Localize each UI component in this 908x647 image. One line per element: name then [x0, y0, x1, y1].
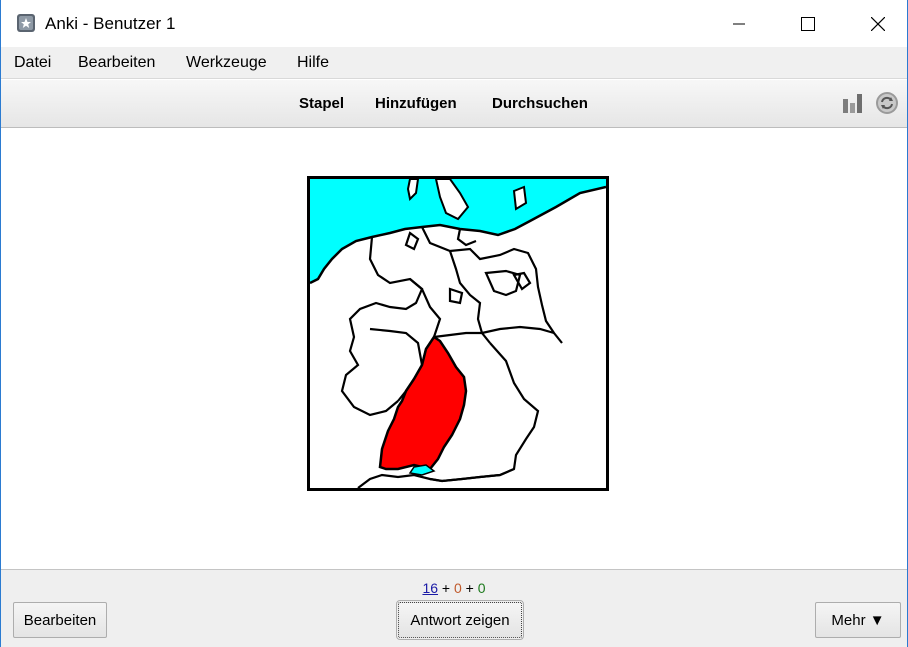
- maximize-icon: [801, 16, 815, 31]
- toolbar-browse-link[interactable]: Durchsuchen: [492, 95, 588, 112]
- anki-main-window: Anki - Benutzer 1 Datei Bearbeiten Werkz…: [0, 0, 908, 647]
- menu-datei[interactable]: Datei: [14, 54, 51, 72]
- new-count[interactable]: 16: [422, 580, 438, 596]
- maximize-button[interactable]: [785, 0, 831, 47]
- minimize-button[interactable]: [716, 0, 762, 47]
- menu-hilfe[interactable]: Hilfe: [297, 54, 329, 72]
- edit-button[interactable]: Bearbeiten: [13, 602, 107, 638]
- show-answer-button[interactable]: Antwort zeigen: [396, 600, 524, 640]
- more-button[interactable]: Mehr ▼: [815, 602, 901, 638]
- due-counts: 16 + 0 + 0: [1, 580, 907, 596]
- toolbar-decks-link[interactable]: Stapel: [299, 95, 344, 112]
- close-icon: [871, 16, 885, 31]
- menu-bar: Datei Bearbeiten Werkzeuge Hilfe: [1, 47, 907, 79]
- menu-bearbeiten[interactable]: Bearbeiten: [78, 54, 155, 72]
- review-bottom-bar: 16 + 0 + 0 Bearbeiten Antwort zeigen Meh…: [1, 569, 907, 647]
- toolbar-add-link[interactable]: Hinzufügen: [375, 95, 457, 112]
- close-button[interactable]: [855, 0, 901, 47]
- window-title: Anki - Benutzer 1: [45, 14, 176, 33]
- card-content-area: [1, 129, 907, 569]
- title-bar[interactable]: Anki - Benutzer 1: [1, 0, 907, 47]
- learning-count: 0: [453, 580, 462, 596]
- main-toolbar: Stapel Hinzufügen Durchsuchen: [1, 80, 907, 128]
- germany-states-map: [310, 179, 606, 488]
- review-count: 0: [477, 580, 486, 596]
- menu-werkzeuge[interactable]: Werkzeuge: [186, 54, 267, 72]
- germany-map-image: [307, 176, 609, 491]
- count-separator: +: [441, 580, 451, 596]
- sync-icon[interactable]: [875, 91, 899, 115]
- anki-app-icon: [17, 14, 35, 32]
- stats-icon[interactable]: [841, 91, 865, 115]
- minimize-icon: [733, 23, 745, 24]
- count-separator: +: [465, 580, 474, 596]
